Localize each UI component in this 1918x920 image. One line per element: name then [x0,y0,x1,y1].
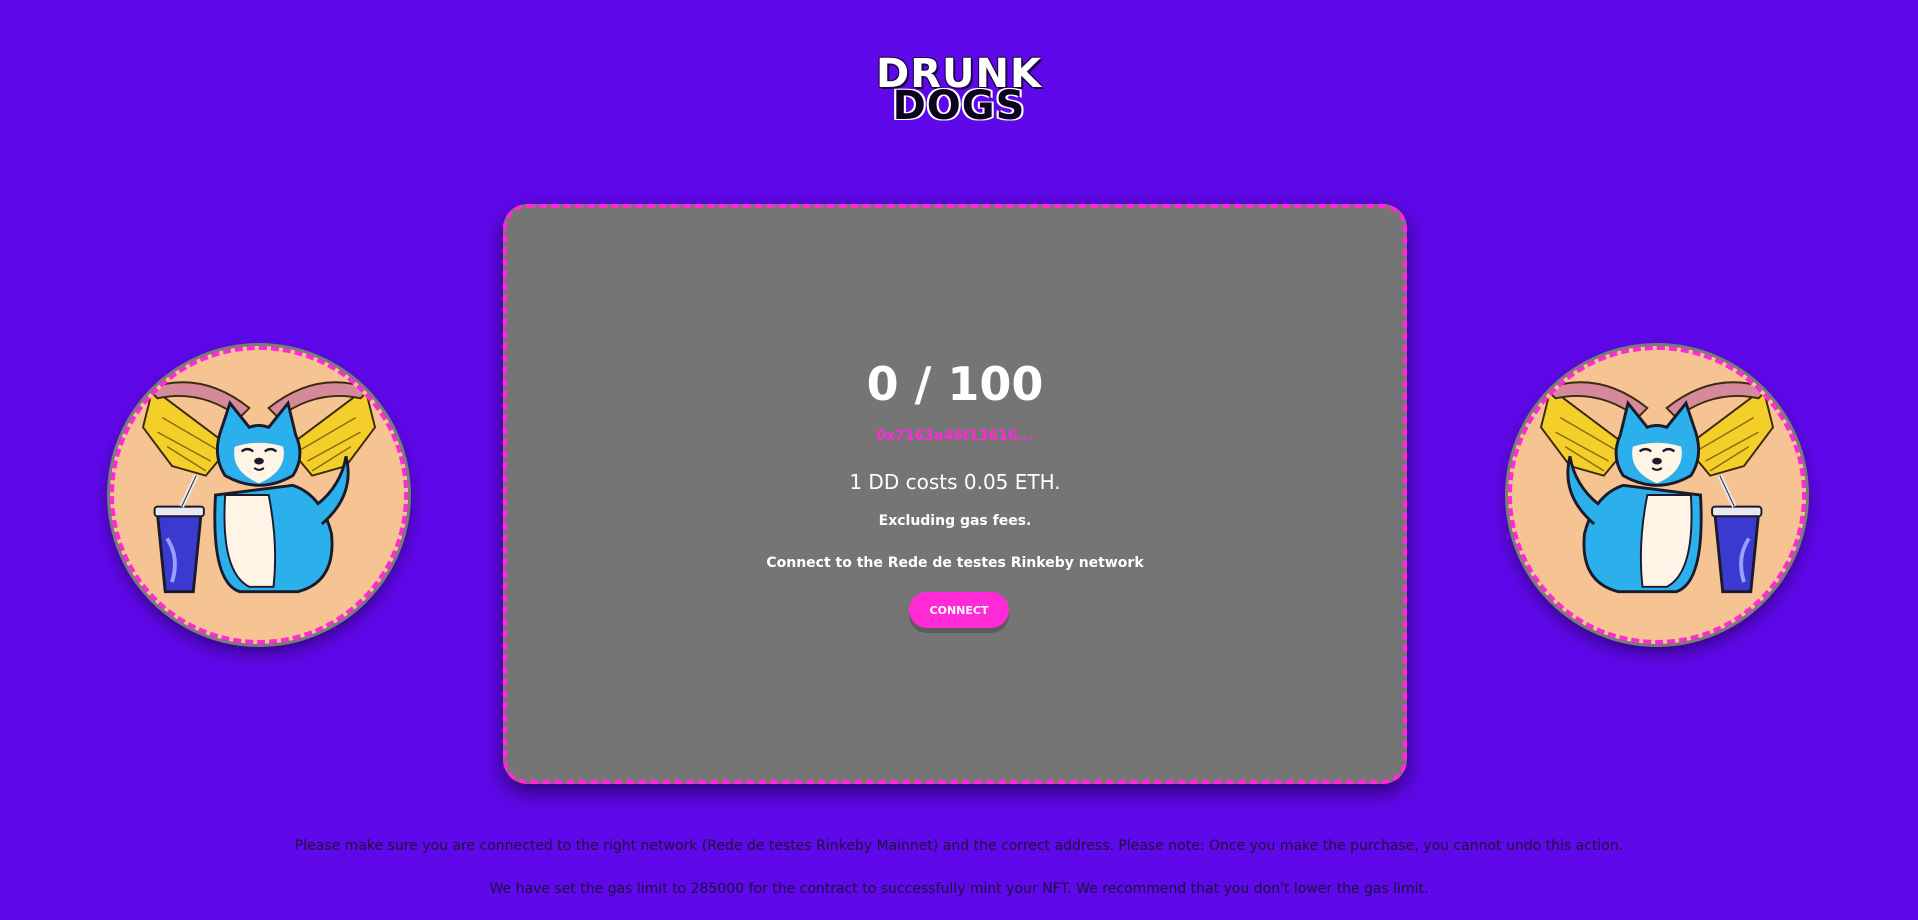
price-text: 1 DD costs 0.05 ETH. [849,470,1061,494]
network-notice: Please make sure you are connected to th… [294,838,1624,854]
dog-image-right [1508,346,1806,644]
dog-image-left [110,346,408,644]
connect-button[interactable]: CONNECT [909,592,1009,628]
minted-supply-counter: 0 / 100 [866,357,1044,411]
dog-with-wings-icon [141,381,377,594]
dog-with-wings-icon [1539,381,1775,594]
drunk-dogs-logo: DRUNK DOGS [0,54,1918,129]
contract-address-link[interactable]: 0x7163a46f13616... [507,428,1403,444]
logo-line-2: DOGS [892,83,1026,129]
mint-card: 0 / 100 0x7163a46f13616... 1 DD costs 0.… [503,204,1407,784]
gas-fees-note: Excluding gas fees. [878,513,1032,529]
gas-limit-notice: We have set the gas limit to 285000 for … [489,881,1429,897]
network-prompt: Connect to the Rede de testes Rinkeby ne… [766,555,1144,571]
